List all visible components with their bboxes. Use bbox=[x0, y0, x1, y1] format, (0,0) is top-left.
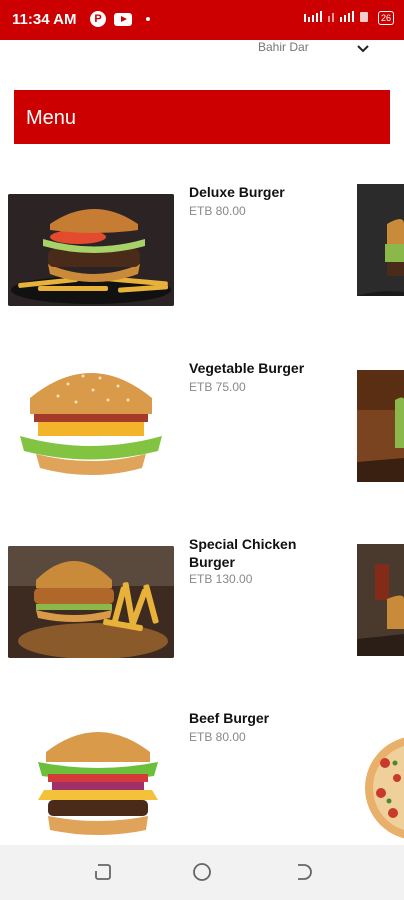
chevron-down-icon bbox=[357, 45, 369, 53]
location-label: Bahir Dar bbox=[258, 40, 309, 54]
p-app-icon: P bbox=[90, 11, 106, 27]
status-time: 11:34 AM bbox=[12, 11, 77, 28]
menu-title: Menu bbox=[26, 107, 77, 129]
menu-item-deluxe-burger[interactable]: Deluxe Burger ETB 80.00 bbox=[0, 180, 404, 320]
item-price: ETB 80.00 bbox=[189, 730, 246, 744]
side-image[interactable] bbox=[357, 544, 404, 656]
item-name: Special Chicken Burger bbox=[189, 536, 297, 570]
item-price: ETB 80.00 bbox=[189, 204, 246, 218]
item-price: ETB 130.00 bbox=[189, 572, 253, 586]
battery-icon: 26 bbox=[377, 11, 394, 25]
side-image[interactable] bbox=[357, 184, 404, 296]
item-name: Deluxe Burger bbox=[189, 184, 285, 200]
signal-icon bbox=[303, 11, 368, 22]
deluxe-burger-image[interactable] bbox=[8, 194, 174, 306]
recent-apps-icon[interactable] bbox=[92, 861, 114, 883]
home-icon[interactable] bbox=[191, 861, 213, 883]
side-image[interactable] bbox=[357, 733, 404, 845]
youtube-icon bbox=[114, 12, 132, 26]
special-chicken-burger-image[interactable] bbox=[8, 546, 174, 658]
menu-banner: Menu bbox=[14, 90, 390, 144]
menu-item-vegetable-burger[interactable]: Vegetable Burger ETB 75.00 bbox=[0, 356, 404, 496]
menu-item-beef-burger[interactable]: Beef Burger ETB 80.00 bbox=[0, 708, 404, 845]
item-name: Beef Burger bbox=[189, 710, 270, 726]
status-bar: 11:34 AM P 26 bbox=[0, 0, 404, 40]
notification-icons: P bbox=[90, 11, 150, 27]
item-price: ETB 75.00 bbox=[189, 380, 246, 394]
system-nav-bar bbox=[0, 845, 404, 900]
item-name: Vegetable Burger bbox=[189, 360, 305, 376]
more-notifications-icon bbox=[146, 17, 150, 21]
system-icons: 26 bbox=[302, 10, 394, 26]
menu-item-special-chicken-burger[interactable]: Special Chicken Burger ETB 130.00 bbox=[0, 532, 404, 672]
side-image[interactable] bbox=[357, 370, 404, 482]
back-icon[interactable] bbox=[292, 861, 314, 883]
vegetable-burger-image[interactable] bbox=[8, 356, 174, 486]
beef-burger-image[interactable] bbox=[8, 718, 174, 843]
location-selector[interactable]: Bahir Dar bbox=[258, 40, 398, 60]
